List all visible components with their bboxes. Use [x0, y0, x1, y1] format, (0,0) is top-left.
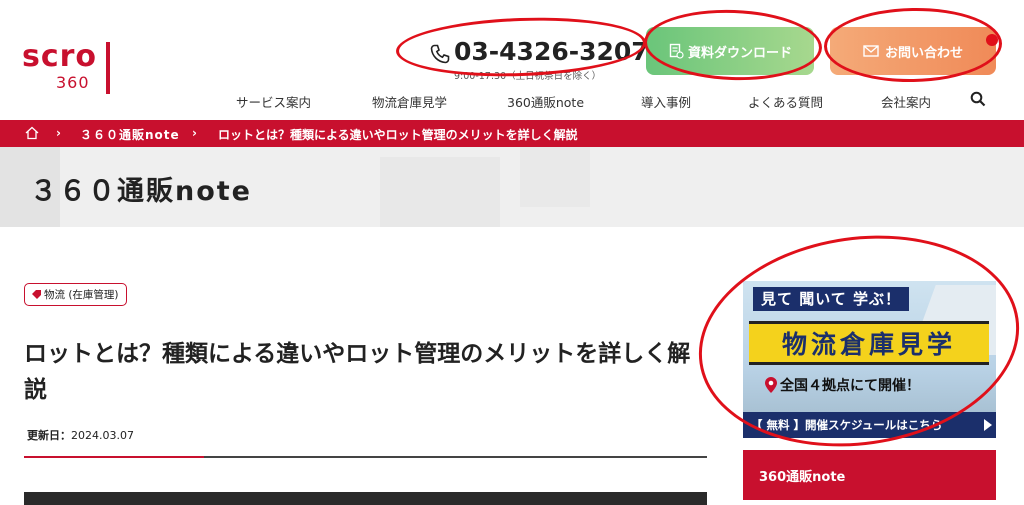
page: scro 360 03-4326-3207 9:00-17:30（土日祝祭日を除… [0, 0, 1024, 505]
page-header-band: ３６０通販note [0, 147, 1024, 227]
nav-item-warehouse-tour[interactable]: 物流倉庫見学 [372, 92, 447, 111]
banner-main-text: 物流倉庫見学 [781, 330, 956, 359]
sidebar-note-label: 360通販note [759, 470, 846, 485]
banner-footer-text: 【 無料 】開催スケジュールはこちら [751, 418, 943, 432]
nav-item-services[interactable]: サービス案内 [236, 92, 311, 111]
phone-contact[interactable]: 03-4326-3207 9:00-17:30（土日祝祭日を除く） [428, 36, 649, 82]
search-icon[interactable] [970, 91, 986, 107]
nav-item-case-studies[interactable]: 導入事例 [641, 92, 691, 111]
updated-date: 更新日：2024.03.07 [27, 427, 134, 443]
sidebar-note-heading[interactable]: 360通販note [743, 450, 996, 500]
logo-bar [106, 42, 110, 94]
location-pin-icon [765, 377, 777, 393]
article-title: ロットとは？種類による違いやロット管理のメリットを詳しく解説 [24, 341, 691, 403]
banner-footer: 【 無料 】開催スケジュールはこちら [743, 412, 996, 438]
tag-icon [32, 289, 41, 299]
download-label: 資料ダウンロード [687, 45, 792, 61]
contact-button[interactable]: お問い合わせ [830, 27, 996, 75]
phone-icon [430, 44, 450, 64]
logo-wordmark: scro [22, 39, 98, 74]
mail-icon [863, 45, 879, 57]
page-title: ３６０通販note [30, 176, 252, 207]
breadcrumb-current: ロットとは？種類による違いやロット管理のメリットを詳しく解説 [218, 128, 578, 142]
banner-headline: 見て 聞いて 学ぶ！ [753, 287, 909, 311]
banner-main-title: 物流倉庫見学 [749, 321, 989, 365]
article-hero-image [24, 492, 707, 505]
title-divider-accent [24, 456, 204, 458]
band-decoration [380, 157, 500, 227]
updated-value: 2024.03.07 [71, 429, 134, 442]
document-icon [669, 43, 684, 59]
updated-label: 更新日： [27, 429, 71, 442]
breadcrumb: › ３６０通販note › ロットとは？種類による違いやロット管理のメリットを詳… [0, 120, 1024, 147]
breadcrumb-item-360note[interactable]: ３６０通販note [80, 126, 180, 143]
arrow-right-icon [984, 419, 992, 431]
breadcrumb-separator: › [56, 126, 61, 140]
site-logo[interactable]: scro 360 [22, 40, 122, 100]
contact-label: お問い合わせ [884, 45, 963, 61]
document-download-button[interactable]: 資料ダウンロード [646, 27, 814, 75]
home-icon[interactable] [24, 125, 40, 141]
nav-item-360note[interactable]: 360通販note [507, 92, 584, 111]
annotation-dot [986, 34, 998, 46]
nav-item-faq[interactable]: よくある質問 [748, 92, 823, 111]
logo-sub: 360 [56, 73, 90, 92]
phone-hours: 9:00-17:30（土日祝祭日を除く） [454, 71, 602, 82]
phone-number: 03-4326-3207 [454, 37, 649, 66]
nav-item-company[interactable]: 会社案内 [881, 92, 931, 111]
breadcrumb-separator: › [192, 126, 197, 140]
category-tag[interactable]: 物流 (在庫管理) [24, 283, 127, 306]
banner-location-text: 全国４拠点にて開催！ [780, 378, 920, 394]
category-label: 物流 (在庫管理) [44, 289, 119, 301]
warehouse-tour-banner[interactable]: 見て 聞いて 学ぶ！ 物流倉庫見学 全国４拠点にて開催！ 【 無料 】開催スケジ… [743, 281, 996, 438]
band-decoration [520, 147, 590, 207]
banner-location: 全国４拠点にて開催！ [765, 375, 920, 395]
